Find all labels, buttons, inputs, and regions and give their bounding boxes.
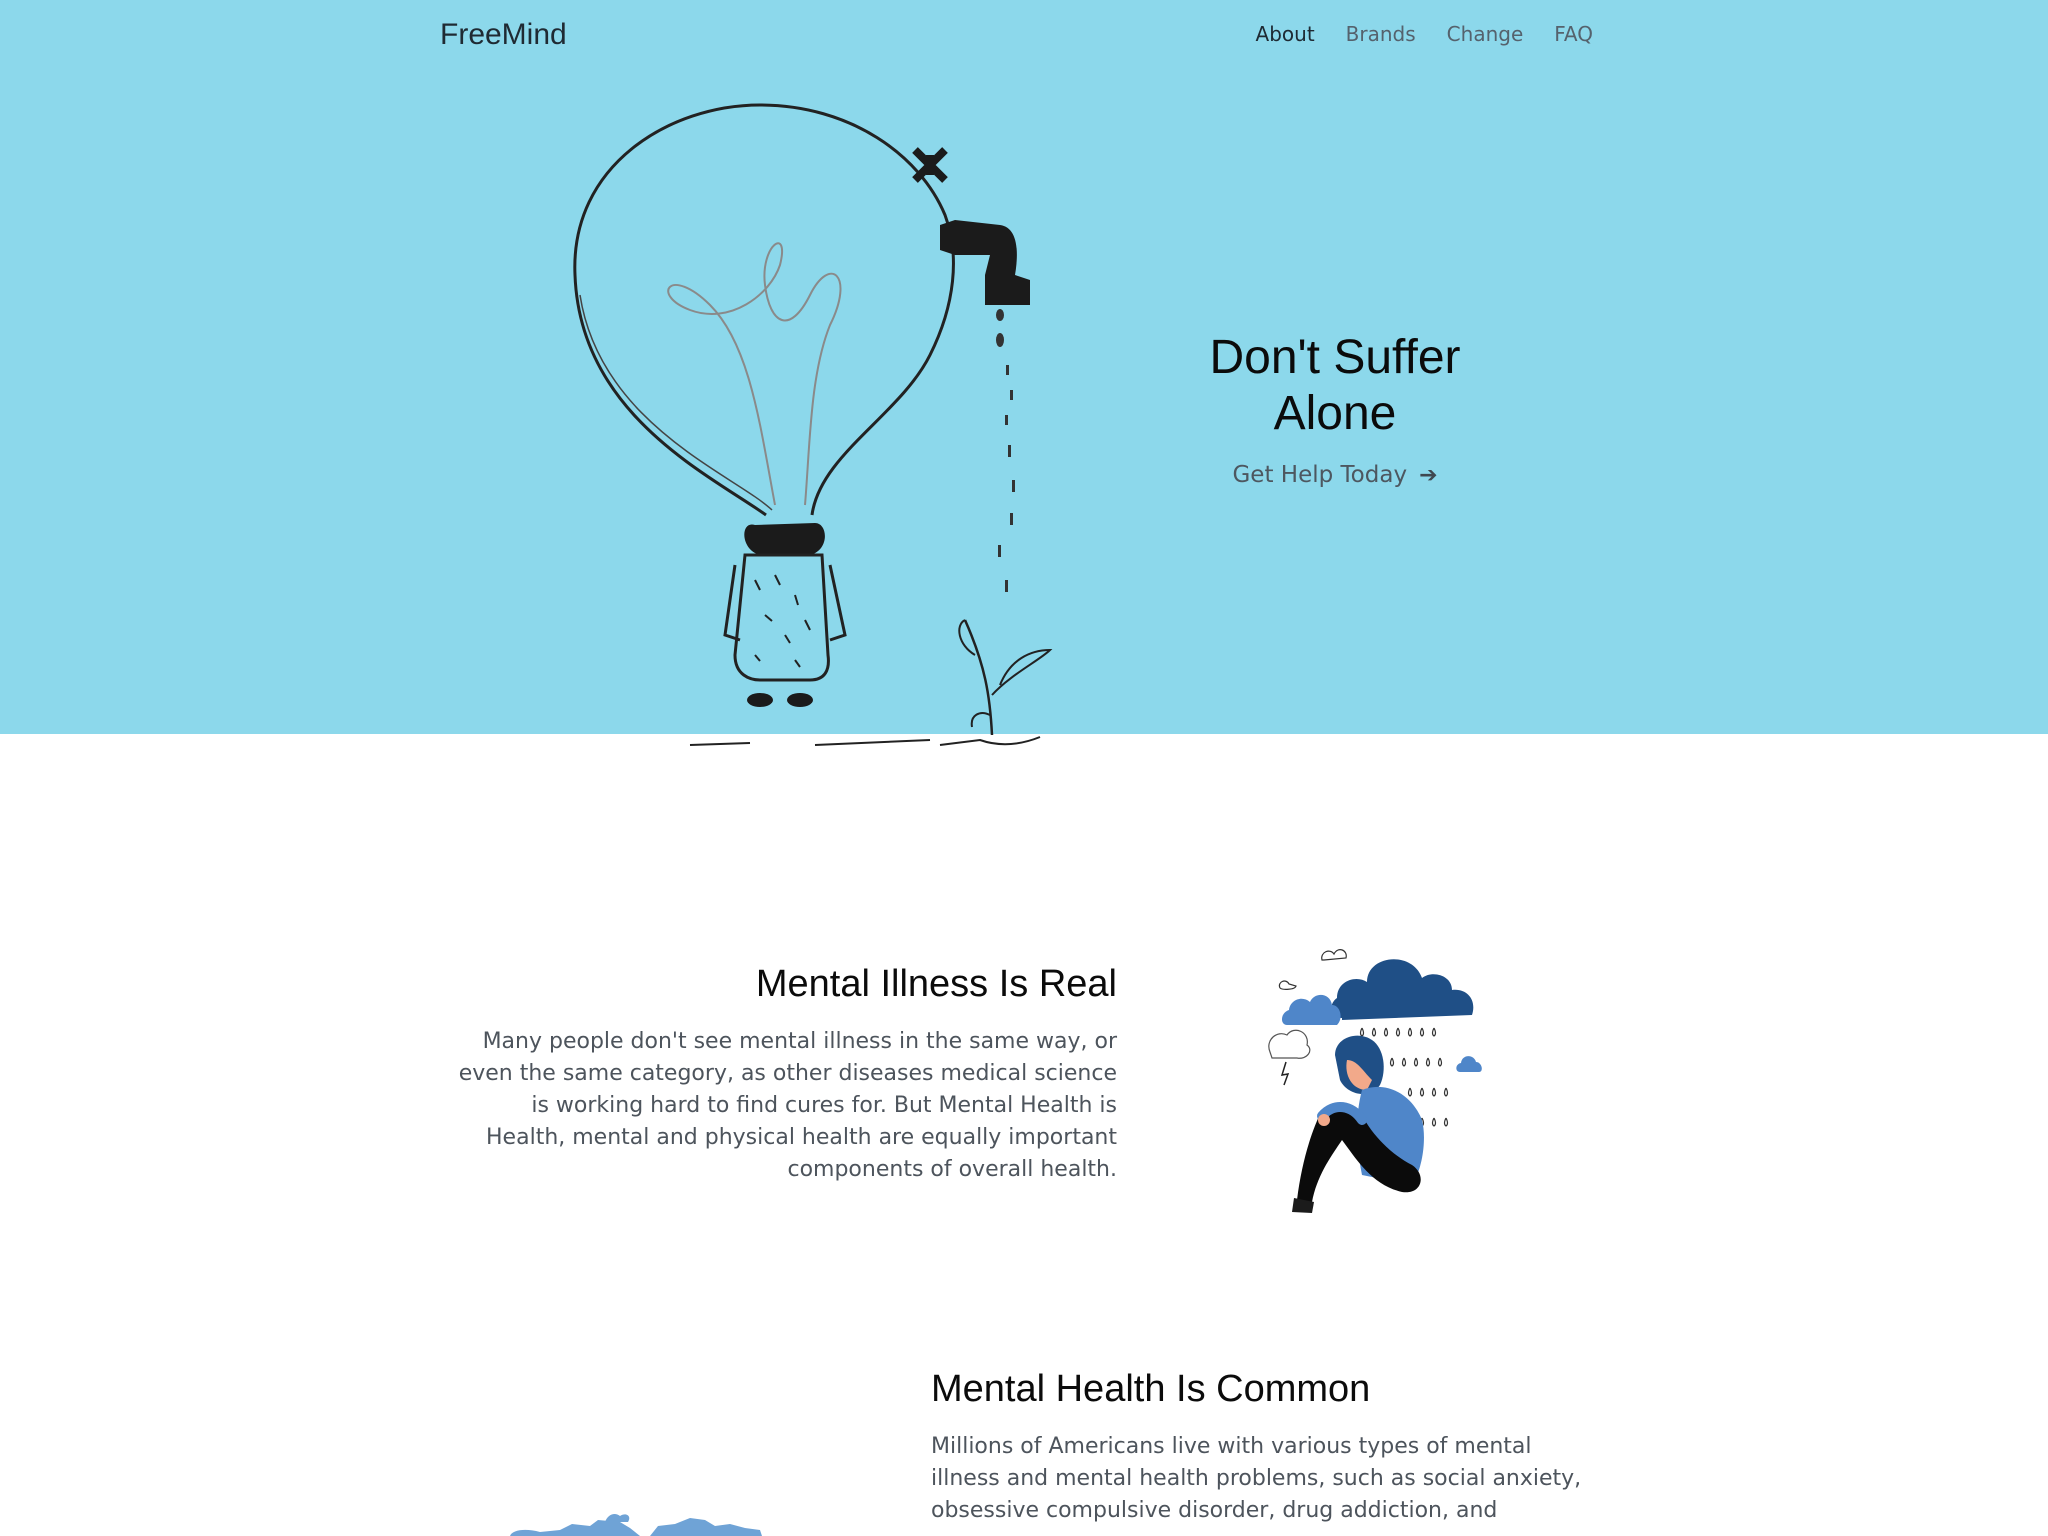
section-body-real: Many people don't see mental illness in … [458,1029,1117,1182]
arrow-right-icon: ➔ [1419,462,1438,488]
world-map-illustration [510,1514,762,1536]
hero-section: FreeMind About Brands Change FAQ Don't S… [0,0,2048,746]
hero-title: Don't Suffer Alone [1170,330,1500,442]
hero-title-line2: Alone [1273,387,1397,440]
nav-link-change[interactable]: Change [1447,22,1524,46]
nav-link-about[interactable]: About [1256,22,1315,46]
nav-link-brands[interactable]: Brands [1346,22,1416,46]
section-title-common: Mental Health Is Common [931,1368,1371,1410]
get-help-label: Get Help Today [1232,462,1408,488]
section-title-real: Mental Illness Is Real [755,963,1117,1005]
lightbulb-faucet-illustration [573,103,1053,746]
mental-health-common-section: Mental Health Is Common Millions of Amer… [931,1368,1601,1527]
get-help-link[interactable]: Get Help Today ➔ [1232,462,1437,488]
nav-link-faq[interactable]: FAQ [1554,22,1593,46]
hero-text: Don't Suffer Alone Get Help Today ➔ [1170,330,1500,488]
brand-logo[interactable]: FreeMind [440,18,567,52]
sad-person-rain-illustration [1268,949,1482,1213]
mental-illness-section: Mental Illness Is Real Many people don't… [450,963,1117,1186]
hero-title-line1: Don't Suffer [1209,331,1461,384]
section-body-common: Millions of Americans live with various … [931,1434,1582,1523]
top-nav: FreeMind About Brands Change FAQ [0,0,2048,72]
nav-links: About Brands Change FAQ [1256,22,1593,46]
